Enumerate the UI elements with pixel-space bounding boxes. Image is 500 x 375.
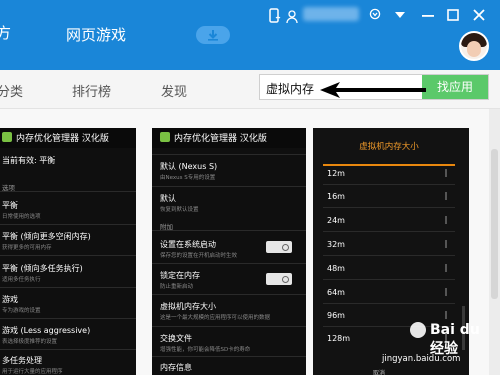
screenshot-title: 内存优化管理器 汉化版 [174, 134, 267, 144]
search-input[interactable]: 虚拟内存 [266, 80, 314, 97]
tab-web-games[interactable]: 网页游戏 [66, 24, 126, 45]
option-name: 平衡 (倾向更多空闲内存) [2, 232, 91, 241]
option-desc: 这是一个最大规模的应用程序可以使用的数据 [160, 315, 271, 321]
download-button[interactable] [196, 26, 230, 44]
toggle-switch[interactable] [266, 241, 292, 253]
size-option[interactable]: 24m [327, 216, 345, 225]
minimize-icon[interactable] [422, 14, 434, 18]
phone-icon[interactable] [268, 8, 282, 24]
screenshot-title: 内存优化管理器 汉化版 [16, 134, 109, 144]
size-option[interactable]: 64m [327, 288, 345, 297]
menu-dropdown-icon[interactable] [394, 11, 406, 19]
size-option[interactable]: 128m [327, 334, 350, 343]
size-option[interactable]: 96m [327, 311, 345, 320]
search-button[interactable]: 找应用 [422, 75, 488, 99]
option-name: 默认 (Nexus S) [160, 162, 218, 171]
option-desc: 增强性能，你可能会降低SD卡的寿命 [160, 347, 251, 353]
option-name: 平衡 [2, 201, 18, 210]
app-screenshot-2[interactable]: 内存优化管理器 汉化版 默认 (Nexus S) 由Nexus S专用的设置 默认… [152, 128, 306, 375]
option-name: 交换文件 [160, 334, 192, 343]
app-screenshot-1[interactable]: 内存优化管理器 汉化版 当前有效: 平衡 选项 平衡 日常使用的选项 平衡 (倾向… [0, 128, 136, 375]
dialog-title: 虚拟机内存大小 [359, 142, 419, 152]
option-desc: 获得更多的可用内存 [2, 245, 52, 251]
download-icon [208, 30, 218, 41]
option-desc: 日常使用的选项 [2, 214, 41, 220]
option-name: 游戏 [2, 295, 18, 304]
annotation-arrow-icon [320, 82, 426, 98]
app-icon [160, 132, 170, 142]
watermark: Bai du 经验 jingyan.baidu.com [380, 318, 498, 375]
tab-partial[interactable]: 方 [0, 22, 11, 43]
option-desc: 适用多任务执行 [2, 277, 41, 283]
size-option[interactable]: 12m [327, 169, 345, 178]
size-option[interactable]: 16m [327, 192, 345, 201]
user-icon[interactable] [286, 10, 298, 24]
nav-item-rankings[interactable]: 排行榜 [72, 81, 111, 100]
toggle-switch[interactable] [266, 273, 292, 285]
option-desc: 用于运行大量的应用程序 [2, 369, 63, 375]
app-icon [2, 132, 12, 142]
option-name: 内存信息 [160, 363, 192, 372]
size-option[interactable]: 32m [327, 240, 345, 249]
current-mode: 当前有效: 平衡 [2, 156, 56, 165]
option-name: 游戏 (Less aggressive) [2, 326, 91, 335]
option-name: 默认 [160, 194, 176, 203]
option-desc: 专为游戏的设置 [2, 308, 41, 314]
avatar[interactable] [459, 31, 489, 61]
option-name: 平衡 (倾向多任务执行) [2, 264, 83, 273]
username-blurred [303, 7, 359, 21]
option-desc: 由Nexus S专用的设置 [160, 175, 216, 181]
option-name: 多任务处理 [2, 356, 42, 365]
baidu-paw-icon [410, 322, 426, 338]
option-desc: 表选择极度推荐的设置 [2, 339, 58, 345]
size-option[interactable]: 48m [327, 264, 345, 273]
nav-item-categories[interactable]: 分类 [0, 81, 23, 100]
option-desc: 恢复到默认设置 [160, 207, 199, 213]
watermark-url: jingyan.baidu.com [382, 354, 461, 364]
close-icon[interactable] [473, 9, 485, 21]
watermark-brand: Bai du 经验 [430, 322, 480, 357]
nav-item-discover[interactable]: 发现 [161, 81, 187, 100]
top-bar: 方 网页游戏 [0, 0, 500, 70]
skin-icon[interactable] [369, 8, 381, 20]
maximize-icon[interactable] [447, 9, 459, 21]
scrollbar-thumb[interactable] [491, 149, 498, 299]
option-name: 虚拟机内存大小 [160, 302, 216, 311]
